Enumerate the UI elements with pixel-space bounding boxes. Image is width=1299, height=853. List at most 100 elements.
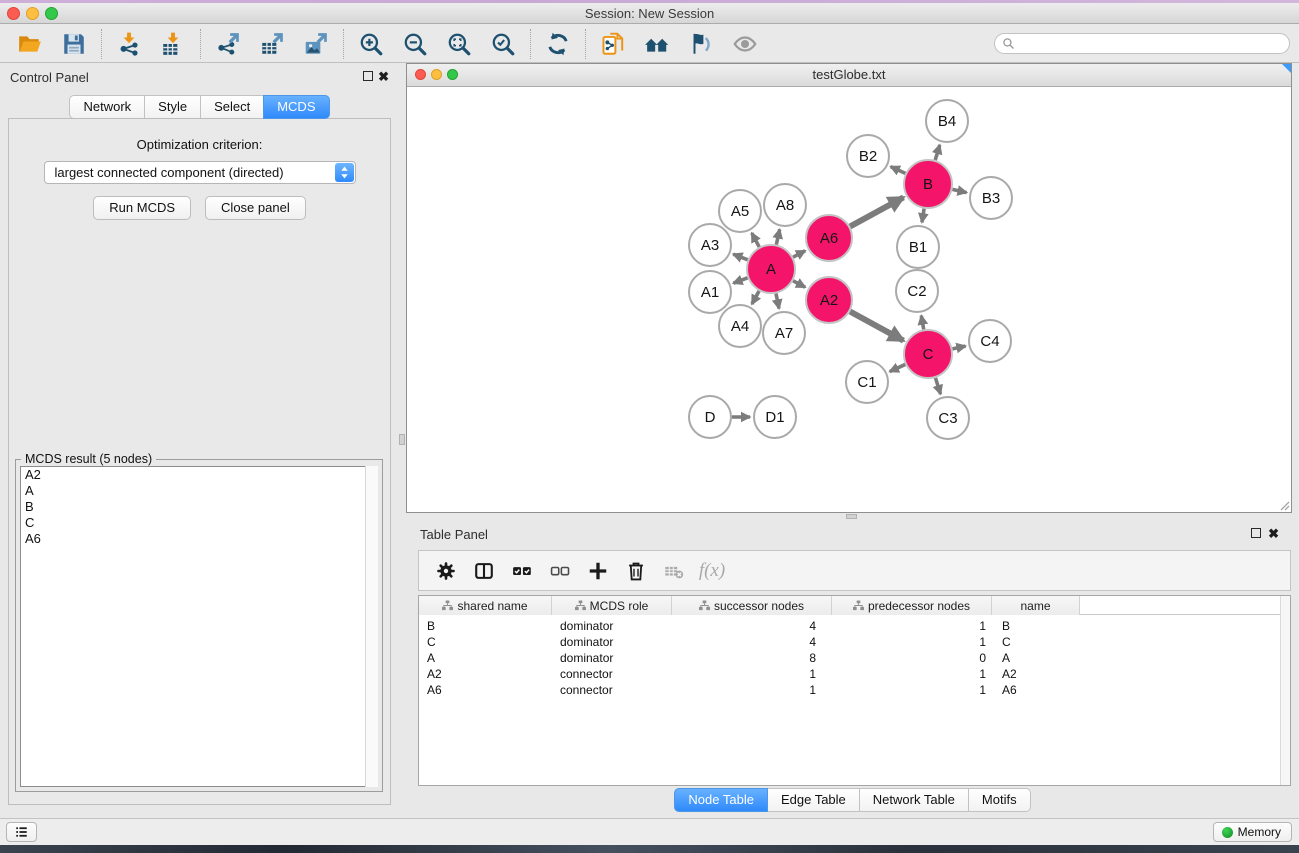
deselect-all-icon [549, 560, 571, 582]
float-panel-icon[interactable] [363, 71, 373, 81]
close-panel-button[interactable]: Close panel [205, 196, 306, 220]
result-list-item[interactable]: C [21, 515, 377, 531]
table-row[interactable]: A6connector11A6 [419, 682, 1290, 698]
graph-edge-C-C3[interactable] [935, 378, 940, 394]
network-view-window[interactable]: testGlobe.txt B4B2BB3A8A5A6A3B1AC2A1A2A4… [406, 63, 1292, 513]
table-tab-node-table[interactable]: Node Table [674, 788, 768, 812]
zoom-selected-button[interactable] [481, 28, 525, 60]
result-list-item[interactable]: A6 [21, 531, 377, 547]
column-header-shared-name[interactable]: shared name [419, 596, 552, 615]
graph-node-label-C2: C2 [907, 283, 926, 300]
tab-style[interactable]: Style [144, 95, 201, 119]
horizontal-split-divider[interactable] [406, 513, 1299, 520]
table-scrollbar[interactable] [1280, 596, 1290, 785]
network-close-traffic-light[interactable] [415, 69, 426, 80]
table-tab-motifs[interactable]: Motifs [968, 788, 1031, 812]
graph-edge-A6-B[interactable] [850, 197, 903, 226]
graph-edge-B-B4[interactable] [935, 145, 940, 160]
open-file-button[interactable] [8, 28, 52, 60]
mcds-result-list[interactable]: A2ABCA6 [20, 466, 378, 787]
save-session-button[interactable] [52, 28, 96, 60]
column-header-mcds-role[interactable]: MCDS role [552, 596, 672, 615]
search-field[interactable] [994, 33, 1290, 54]
graph-edge-C-C1[interactable] [890, 364, 906, 371]
minimize-traffic-light[interactable] [26, 7, 39, 20]
new-network-from-selection-button[interactable] [591, 28, 635, 60]
table-cell: 1 [672, 666, 832, 682]
deselect-all-button[interactable] [541, 554, 579, 588]
table-cell: A [419, 650, 552, 666]
import-table-button[interactable] [151, 28, 195, 60]
network-canvas[interactable]: B4B2BB3A8A5A6A3B1AC2A1A2A4A7C4CC1C3DD1 [407, 87, 1291, 512]
zoom-fit-button[interactable] [437, 28, 481, 60]
column-header-name[interactable]: name [992, 596, 1080, 615]
network-graph[interactable]: B4B2BB3A8A5A6A3B1AC2A1A2A4A7C4CC1C3DD1 [407, 87, 1291, 512]
app-titlebar[interactable]: Session: New Session [0, 3, 1299, 24]
run-mcds-button[interactable]: Run MCDS [93, 196, 191, 220]
hide-selected-button[interactable] [679, 28, 723, 60]
result-list-item[interactable]: A [21, 483, 377, 499]
export-network-button[interactable] [206, 28, 250, 60]
graph-edge-B-B1[interactable] [922, 209, 924, 223]
graph-edge-B-B2[interactable] [891, 167, 906, 174]
split-panel-button[interactable] [465, 554, 503, 588]
network-minimize-traffic-light[interactable] [431, 69, 442, 80]
graph-node-label-A1: A1 [701, 284, 719, 301]
table-row[interactable]: A2connector11A2 [419, 666, 1290, 682]
column-header-successor-nodes[interactable]: successor nodes [672, 596, 832, 615]
tab-network[interactable]: Network [69, 95, 145, 119]
graph-edge-C-C2[interactable] [921, 316, 923, 330]
first-neighbors-button[interactable] [635, 28, 679, 60]
show-panels-button[interactable] [6, 822, 37, 842]
result-list-item[interactable]: A2 [21, 467, 377, 483]
graph-edge-A-A3[interactable] [733, 254, 747, 260]
graph-edge-A-A8[interactable] [776, 229, 779, 244]
tab-select[interactable]: Select [200, 95, 264, 119]
export-image-button[interactable] [294, 28, 338, 60]
export-table-button[interactable] [250, 28, 294, 60]
divider-handle[interactable] [399, 434, 405, 445]
zoom-out-button[interactable] [393, 28, 437, 60]
zoom-in-button[interactable] [349, 28, 393, 60]
table-row[interactable]: Adominator80A [419, 650, 1290, 666]
table-cell: connector [552, 666, 672, 682]
delete-columns-button[interactable] [617, 554, 655, 588]
close-panel-icon[interactable]: ✖ [378, 72, 389, 82]
network-window-titlebar[interactable]: testGlobe.txt [407, 64, 1291, 87]
table-settings-button[interactable] [427, 554, 465, 588]
graph-edge-A-A1[interactable] [733, 278, 747, 283]
graph-edge-A-A6[interactable] [793, 251, 805, 257]
close-traffic-light[interactable] [7, 7, 20, 20]
search-input[interactable] [1015, 35, 1289, 52]
table-row[interactable]: Cdominator41C [419, 634, 1290, 650]
close-table-panel-icon[interactable]: ✖ [1268, 529, 1279, 539]
graph-edge-A2-C[interactable] [850, 311, 903, 340]
graph-edge-A-A4[interactable] [752, 291, 759, 304]
select-all-button[interactable] [503, 554, 541, 588]
import-network-button[interactable] [107, 28, 151, 60]
graph-edge-B-B3[interactable] [952, 189, 966, 192]
add-column-button[interactable] [579, 554, 617, 588]
vertical-split-divider[interactable] [399, 63, 406, 818]
show-all-button[interactable] [723, 28, 767, 60]
result-list-item[interactable]: B [21, 499, 377, 515]
float-table-panel-icon[interactable] [1251, 528, 1261, 538]
resize-grip-icon[interactable] [1278, 499, 1290, 511]
graph-edge-A-A7[interactable] [776, 293, 779, 308]
graph-edge-A-A2[interactable] [793, 281, 805, 287]
network-zoom-traffic-light[interactable] [447, 69, 458, 80]
table-row[interactable]: Bdominator41B [419, 618, 1290, 634]
column-header-predecessor-nodes[interactable]: predecessor nodes [832, 596, 992, 615]
graph-edge-A-A5[interactable] [752, 233, 759, 247]
criterion-dropdown[interactable]: largest connected component (directed) [44, 161, 356, 184]
zoom-traffic-light[interactable] [45, 7, 58, 20]
graph-edge-C-C4[interactable] [952, 346, 965, 349]
table-tab-network-table[interactable]: Network Table [859, 788, 969, 812]
tab-mcds[interactable]: MCDS [263, 95, 329, 119]
table-cell: 0 [832, 650, 992, 666]
table-tab-edge-table[interactable]: Edge Table [767, 788, 860, 812]
memory-button[interactable]: Memory [1213, 822, 1292, 842]
result-list-scrollbar[interactable] [365, 466, 378, 787]
apply-layout-button[interactable] [536, 28, 580, 60]
divider-handle[interactable] [846, 514, 857, 519]
